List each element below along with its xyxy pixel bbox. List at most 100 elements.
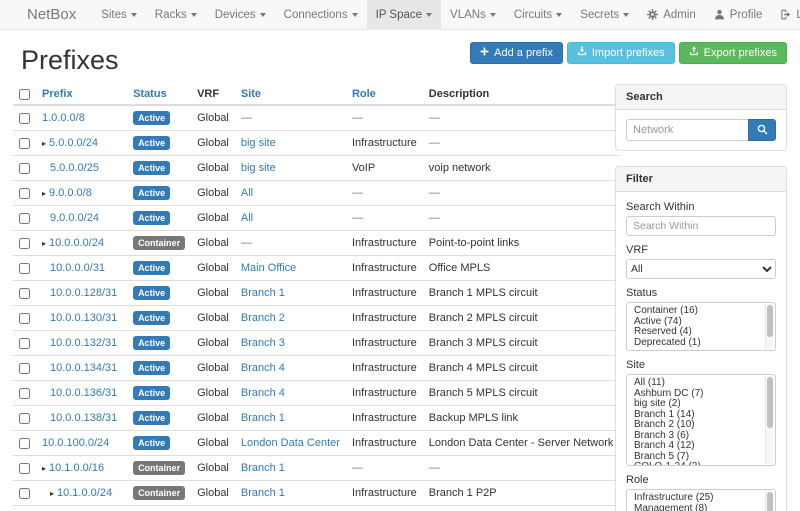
prefix-link[interactable]: 10.0.0.130/31 [50,312,117,324]
vrf-value: Global [197,212,229,224]
row-checkbox[interactable] [19,363,30,374]
profile-link[interactable]: Profile [705,0,772,29]
option-big-site-2[interactable]: big site (2) [627,399,762,410]
row-checkbox[interactable] [19,413,30,424]
search-button[interactable] [748,119,776,141]
nav-item-ip-space[interactable]: IP Space [367,0,441,29]
column-header-role[interactable]: Role [346,84,423,105]
prefix-link[interactable]: 1.0.0.0/8 [42,112,85,124]
option-infrastructure-25[interactable]: Infrastructure (25) [627,493,762,504]
vrf-value: Global [197,412,229,424]
row-checkbox[interactable] [19,138,30,149]
select-all-checkbox[interactable] [19,89,30,100]
nav-item-secrets[interactable]: Secrets [571,0,638,29]
row-checkbox[interactable] [19,238,30,249]
scrollbar[interactable] [765,376,774,464]
status-badge: Active [133,261,170,275]
prefix-link[interactable]: 10.1.0.0/16 [49,462,104,474]
status-badge: Active [133,211,170,225]
table-row: 10.0.0.138/31ActiveGlobalBranch 1Infrast… [13,406,619,431]
prefix-link[interactable]: 10.0.100.0/24 [42,437,109,449]
row-checkbox[interactable] [19,488,30,499]
role-value: Infrastructure [352,237,417,249]
site-link[interactable]: Branch 2 [241,312,285,324]
site-link[interactable]: Branch 3 [241,337,285,349]
nav-item-connections[interactable]: Connections [275,0,367,29]
search-input[interactable] [626,119,748,141]
nav-item-racks[interactable]: Racks [146,0,206,29]
row-checkbox[interactable] [19,388,30,399]
row-checkbox[interactable] [19,288,30,299]
vrf-select[interactable]: All [626,259,776,279]
row-checkbox[interactable] [19,438,30,449]
row-checkbox[interactable] [19,338,30,349]
site-link[interactable]: Branch 4 [241,362,285,374]
option-container-16[interactable]: Container (16) [627,306,762,317]
column-header-status[interactable]: Status [127,84,191,105]
row-checkbox[interactable] [19,188,30,199]
scrollbar[interactable] [765,304,774,349]
site-link[interactable]: big site [241,137,276,149]
admin-link[interactable]: Admin [638,0,705,29]
site-link[interactable]: Branch 1 [241,287,285,299]
nav-item-label: Sites [101,9,127,21]
site-link[interactable]: All [241,187,253,199]
site-link[interactable]: Main Office [241,262,296,274]
search-within-input[interactable] [626,216,776,236]
site-link[interactable]: Branch 1 [241,412,285,424]
nav-item-sites[interactable]: Sites [92,0,146,29]
site-link[interactable]: Branch 1 [241,487,285,499]
row-checkbox[interactable] [19,163,30,174]
prefix-link[interactable]: 9.0.0.0/8 [49,187,92,199]
row-checkbox[interactable] [19,313,30,324]
site-listbox[interactable]: All (11)Ashburn DC (7)big site (2)Branch… [626,374,776,466]
prefix-link[interactable]: 10.0.0.138/31 [50,412,117,424]
site-link[interactable]: Branch 1 [241,462,285,474]
column-header-site[interactable]: Site [235,84,346,105]
prefix-link[interactable]: 10.0.0.128/31 [50,287,117,299]
site-link[interactable]: big site [241,162,276,174]
row-checkbox[interactable] [19,463,30,474]
status-badge: Active [133,436,170,450]
prefix-link[interactable]: 10.0.0.136/31 [50,387,117,399]
option-reserved-4[interactable]: Reserved (4) [627,327,762,338]
prefix-link[interactable]: 10.0.0.0/31 [50,262,105,274]
prefix-link[interactable]: 9.0.0.0/24 [50,212,99,224]
status-badge: Active [133,411,170,425]
prefix-link[interactable]: 10.0.0.0/24 [49,237,104,249]
import-prefixes-button[interactable]: Import prefixes [567,42,675,64]
option-colo-1-24-2[interactable]: COLO-1-24 (2) [627,462,762,466]
row-checkbox[interactable] [19,113,30,124]
option-all-11[interactable]: All (11) [627,378,762,389]
nav-item-devices[interactable]: Devices [206,0,275,29]
role-value: Infrastructure [352,437,417,449]
option-management-8[interactable]: Management (8) [627,504,762,511]
role-value: Infrastructure [352,362,417,374]
nav-item-vlans[interactable]: VLANs [441,0,505,29]
logout-link[interactable]: Log out [771,0,800,29]
nav-item-circuits[interactable]: Circuits [505,0,571,29]
vrf-value: Global [197,362,229,374]
site-link[interactable]: Branch 4 [241,387,285,399]
prefix-link[interactable]: 10.1.0.0/24 [57,487,112,499]
expand-arrow-icon: ▸ [42,189,46,198]
option-deprecated-1[interactable]: Deprecated (1) [627,338,762,349]
site-link[interactable]: London Data Center [241,437,340,449]
site-link[interactable]: All [241,212,253,224]
status-listbox[interactable]: Container (16)Active (74)Reserved (4)Dep… [626,302,776,351]
scrollbar[interactable] [765,491,774,511]
row-checkbox[interactable] [19,213,30,224]
option-branch-4-12[interactable]: Branch 4 (12) [627,441,762,452]
prefix-link[interactable]: 10.0.0.134/31 [50,362,117,374]
add-prefix-button[interactable]: Add a prefix [470,42,563,64]
prefix-link[interactable]: 5.0.0.0/25 [50,162,99,174]
row-checkbox[interactable] [19,263,30,274]
column-header-prefix[interactable]: Prefix [36,84,127,105]
export-prefixes-button[interactable]: Export prefixes [679,42,787,64]
navbar-brand[interactable]: NetBox [27,0,76,29]
role-listbox[interactable]: Infrastructure (25)Management (8)Private… [626,489,776,511]
vrf-value: Global [197,287,229,299]
option-branch-2-10[interactable]: Branch 2 (10) [627,420,762,431]
prefix-link[interactable]: 5.0.0.0/24 [49,137,98,149]
prefix-link[interactable]: 10.0.0.132/31 [50,337,117,349]
